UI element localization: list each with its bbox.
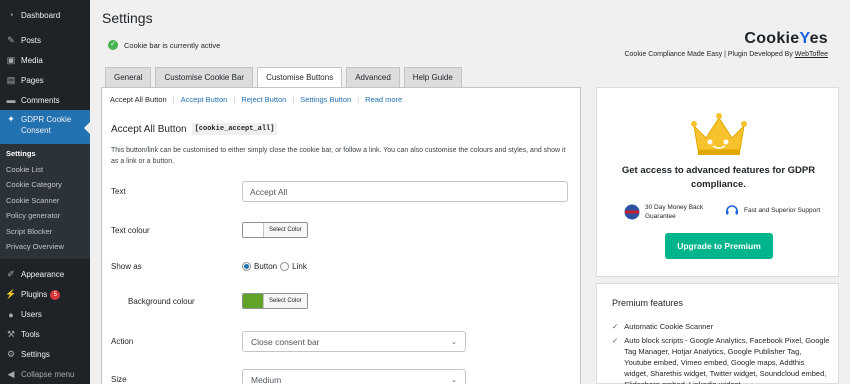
submenu-cookie-scanner[interactable]: Cookie Scanner: [0, 193, 90, 209]
cookie-icon: ✦: [7, 113, 15, 124]
subtab-read-more[interactable]: Read more: [359, 95, 408, 104]
sidebar-item-appearance[interactable]: ✐ Appearance: [0, 265, 90, 285]
sidebar-item-gdpr-cookie-consent[interactable]: ✦ GDPR Cookie Consent: [0, 110, 90, 144]
check-icon: ✓: [612, 322, 619, 331]
submenu-privacy-overview[interactable]: Privacy Overview: [0, 239, 90, 255]
bg-colour-row: Background colour Select Color: [111, 293, 571, 309]
tab-customise-buttons[interactable]: Customise Buttons: [257, 67, 343, 88]
size-row: Size Medium ⌄: [111, 369, 571, 384]
developer-link[interactable]: WebToffee: [795, 51, 828, 58]
admin-sidebar: ◔ Dashboard ✎ Posts ▣ Media ▤ Pages ▬ Comment…: [0, 0, 90, 384]
sidebar-item-tools[interactable]: ⚒ Tools: [0, 325, 90, 345]
premium-features-card: Premium features ✓ Automatic Cookie Scann…: [596, 283, 839, 384]
page-title: Settings: [102, 10, 153, 26]
sidebar-item-plugins[interactable]: ⚡ Plugins 5: [0, 285, 90, 305]
show-as-row: Show as Button Link: [111, 262, 307, 271]
upgrade-to-premium-button[interactable]: Upgrade to Premium: [665, 233, 773, 259]
status-message: ✓ Cookie bar is currently active: [108, 40, 220, 50]
sidebar-item-pages[interactable]: ▤ Pages: [0, 70, 90, 90]
media-icon: ▣: [6, 54, 16, 65]
premium-features-title: Premium features: [612, 298, 684, 308]
tab-help-guide[interactable]: Help Guide: [403, 67, 462, 87]
tools-icon: ⚒: [6, 329, 16, 339]
pin-icon: ✎: [7, 34, 15, 45]
action-label: Action: [111, 337, 134, 346]
settings-tabs: General Customise Cookie Bar Customise B…: [105, 67, 466, 88]
subtab-settings-button[interactable]: Settings Button: [294, 95, 357, 104]
brush-icon: ✐: [7, 269, 15, 279]
plugins-update-badge: 5: [50, 289, 61, 300]
gdpr-submenu: Settings Cookie List Cookie Category Coo…: [0, 144, 90, 259]
size-label: Size: [111, 375, 127, 384]
money-back-feature: 30 Day Money Back Guarantee: [624, 203, 715, 221]
submenu-cookie-list[interactable]: Cookie List: [0, 162, 90, 178]
text-colour-label: Text colour: [111, 225, 150, 235]
users-icon: ●: [8, 309, 14, 320]
check-circle-icon: ✓: [108, 40, 118, 50]
text-label: Text: [111, 187, 126, 196]
sidebar-item-posts[interactable]: ✎ Posts: [0, 30, 90, 50]
text-input[interactable]: Accept All: [242, 181, 568, 202]
crown-icon: [691, 113, 747, 155]
check-icon: ✓: [612, 336, 619, 345]
bg-colour-picker[interactable]: Select Color: [242, 293, 308, 309]
brand-block: CookieYes Cookie Compliance Made Easy | …: [624, 30, 828, 58]
text-colour-row: Text colour Select Color: [111, 222, 571, 238]
collapse-menu[interactable]: ◀ Collapse menu: [0, 365, 90, 384]
sidebar-item-users[interactable]: ● Users: [0, 305, 90, 325]
radio-link-option[interactable]: [280, 262, 290, 271]
submenu-policy-generator[interactable]: Policy generator: [0, 208, 90, 224]
subtab-accept-all-button[interactable]: Accept All Button: [110, 95, 173, 104]
dashboard-icon: ◔: [8, 10, 14, 20]
subtab-reject-button[interactable]: Reject Button: [235, 95, 292, 104]
chevron-down-icon: ⌄: [451, 338, 457, 346]
tab-advanced[interactable]: Advanced: [346, 67, 400, 87]
cookieyes-logo: CookieYes: [744, 30, 828, 47]
headset-icon: [726, 205, 738, 215]
main-content: Settings ✓ Cookie bar is currently activ…: [90, 0, 850, 384]
show-as-label: Show as: [111, 262, 142, 271]
sidebar-item-dashboard[interactable]: ◔ Dashboard: [0, 5, 90, 25]
button-subtabs: Accept All Button | Accept Button | Reject…: [102, 88, 580, 110]
sidebar-item-comments[interactable]: ▬ Comments: [0, 90, 90, 110]
text-row: Text Accept All: [111, 181, 571, 202]
promo-title: Get access to advanced features for GDPR…: [621, 165, 816, 190]
subtab-accept-button[interactable]: Accept Button: [175, 95, 234, 104]
action-row: Action Close consent bar ⌄: [111, 331, 571, 352]
brand-tagline: Cookie Compliance Made Easy | Plugin Dev…: [624, 51, 828, 58]
settings-panel: Accept All Button | Accept Button | Reject…: [101, 87, 581, 384]
sidebar-item-settings[interactable]: ⚙ Settings: [0, 345, 90, 365]
radio-button-option[interactable]: [242, 262, 251, 271]
chevron-down-icon: ⌄: [451, 376, 457, 384]
plugin-icon: ⚡: [5, 289, 17, 299]
collapse-icon: ◀: [7, 369, 15, 379]
sidebar-item-media[interactable]: ▣ Media: [0, 50, 90, 70]
status-text: Cookie bar is currently active: [124, 40, 221, 50]
premium-promo-card: Get access to advanced features for GDPR…: [596, 87, 839, 277]
money-back-badge-icon: [624, 204, 640, 220]
section-title: Accept All Button [cookie_accept_all]: [111, 123, 278, 135]
bg-colour-label: Background colour: [128, 296, 195, 306]
text-colour-picker[interactable]: Select Color: [242, 222, 308, 238]
premium-features-list: ✓ Automatic Cookie Scanner ✓ Auto block sc…: [612, 321, 830, 384]
action-select[interactable]: Close consent bar ⌄: [242, 331, 466, 352]
section-description: This button/link can be customised to ei…: [111, 147, 566, 165]
list-item: ✓ Auto block scripts - Google Analytics, …: [612, 335, 830, 384]
settings-icon: ⚙: [6, 349, 16, 359]
comments-icon: ▬: [6, 95, 16, 105]
support-feature: Fast and Superior Support: [725, 203, 824, 217]
list-item: ✓ Automatic Cookie Scanner: [612, 322, 714, 331]
size-select[interactable]: Medium ⌄: [242, 369, 466, 384]
submenu-cookie-category[interactable]: Cookie Category: [0, 177, 90, 193]
submenu-settings[interactable]: Settings: [0, 146, 90, 162]
shortcode: [cookie_accept_all]: [191, 123, 278, 135]
submenu-script-blocker[interactable]: Script Blocker: [0, 224, 90, 240]
tab-general[interactable]: General: [105, 67, 152, 87]
tab-customise-cookie-bar[interactable]: Customise Cookie Bar: [155, 67, 254, 87]
pages-icon: ▤: [6, 74, 16, 85]
